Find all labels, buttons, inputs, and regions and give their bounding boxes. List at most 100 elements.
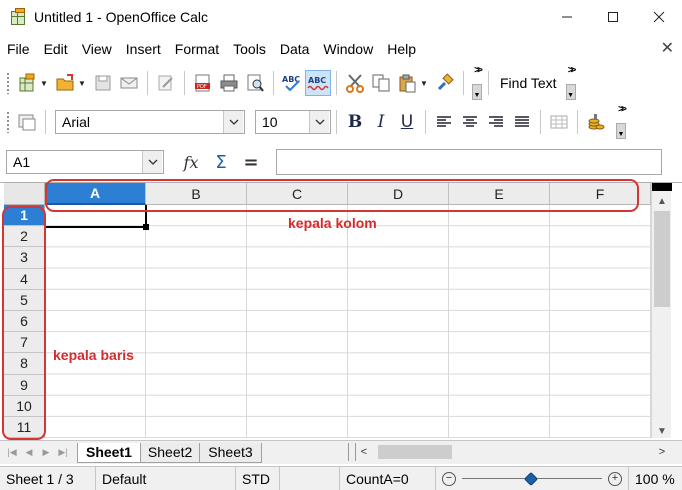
print-button[interactable] [216, 70, 242, 96]
underline-button[interactable]: U [394, 109, 420, 135]
menu-window[interactable]: Window [316, 41, 380, 57]
justify-button[interactable] [509, 109, 535, 135]
zoom-out-icon[interactable]: − [442, 471, 456, 486]
selection-mode[interactable]: STD [236, 466, 280, 490]
align-left-button[interactable] [431, 109, 457, 135]
vertical-scrollbar[interactable]: ▲ ▼ [651, 183, 672, 438]
sheet-tab-2[interactable]: Sheet2 [138, 442, 202, 463]
horizontal-scroll-track[interactable] [372, 444, 654, 460]
horizontal-scroll-thumb[interactable] [378, 445, 452, 459]
sheet-tab-1[interactable]: Sheet1 [77, 442, 141, 463]
align-right-button[interactable] [483, 109, 509, 135]
horizontal-scrollbar[interactable]: < > [340, 443, 670, 461]
svg-text:PDF: PDF [197, 84, 207, 90]
name-box-value: A1 [13, 154, 31, 170]
zoom-slider[interactable] [462, 471, 602, 486]
column-headers-highlight [45, 179, 639, 212]
new-dropdown-arrow[interactable]: ▼ [40, 70, 48, 96]
find-toolbar-overflow[interactable]: >> ▼ [565, 66, 577, 100]
menu-view[interactable]: View [75, 41, 119, 57]
styles-button[interactable] [14, 109, 40, 135]
sheet-tab-3[interactable]: Sheet3 [199, 442, 262, 463]
paste-button[interactable] [394, 70, 420, 96]
close-window-button[interactable] [636, 0, 682, 34]
bold-button[interactable]: B [342, 109, 368, 135]
open-dropdown-arrow[interactable]: ▼ [78, 70, 86, 96]
copy-button[interactable] [368, 70, 394, 96]
spellcheck-button[interactable]: ABC [279, 70, 305, 96]
email-button[interactable] [116, 70, 142, 96]
edit-file-button[interactable] [153, 70, 179, 96]
paste-dropdown-arrow[interactable]: ▼ [420, 70, 428, 96]
open-button[interactable] [52, 70, 78, 96]
next-sheet-icon[interactable]: ▶ [38, 444, 54, 462]
chevron-down-icon[interactable] [142, 151, 162, 173]
maximize-button[interactable] [590, 0, 636, 34]
toolbar-grip[interactable] [6, 72, 10, 94]
menu-insert[interactable]: Insert [119, 41, 168, 57]
close-document-button[interactable]: ✕ [661, 38, 674, 58]
autospellcheck-toggle[interactable]: ABC [305, 70, 331, 96]
new-document-button[interactable] [14, 70, 40, 96]
minimize-button[interactable] [544, 0, 590, 34]
print-preview-button[interactable] [242, 70, 268, 96]
vertical-split-handle[interactable] [652, 183, 672, 191]
toolbar-overflow[interactable]: >> ▼ [615, 105, 627, 139]
merge-cells-icon [550, 115, 568, 129]
svg-text:ABC: ABC [308, 76, 326, 85]
export-pdf-button[interactable]: PDF [190, 70, 216, 96]
toolbar-separator [425, 110, 426, 134]
menu-edit[interactable]: Edit [37, 41, 75, 57]
menu-data[interactable]: Data [273, 41, 317, 57]
select-all-corner[interactable] [4, 183, 45, 205]
toolbar-separator [577, 110, 578, 134]
last-sheet-icon[interactable]: ▶| [55, 444, 71, 462]
font-size-combo[interactable]: 10 [255, 110, 331, 134]
toolbar-separator [336, 110, 337, 134]
previous-sheet-icon[interactable]: ◀ [21, 444, 37, 462]
menu-format[interactable]: Format [168, 41, 226, 57]
vertical-scroll-thumb[interactable] [654, 211, 670, 307]
formatting-toolbar: Arial 10 B I U >> ▼ [0, 104, 682, 140]
title-bar: Untitled 1 - OpenOffice Calc [0, 0, 682, 34]
cell-grid[interactable] [45, 205, 651, 438]
align-left-icon [437, 116, 451, 127]
find-text-label[interactable]: Find Text [494, 75, 563, 91]
toolbar-separator [45, 110, 46, 134]
name-box[interactable]: A1 [6, 150, 164, 174]
menu-tools[interactable]: Tools [226, 41, 273, 57]
toolbar-overflow[interactable]: >> ▼ [471, 66, 483, 100]
tab-split-handle[interactable] [348, 443, 356, 461]
font-name-combo[interactable]: Arial [55, 110, 245, 134]
page-style[interactable]: Default [96, 466, 236, 490]
first-sheet-icon[interactable]: |◀ [4, 444, 20, 462]
scroll-left-arrow[interactable]: < [356, 446, 372, 458]
toolbar-grip[interactable] [6, 111, 10, 133]
chevron-down-icon[interactable] [223, 111, 243, 133]
formula-input[interactable] [276, 149, 662, 175]
menu-help[interactable]: Help [380, 41, 423, 57]
italic-button[interactable]: I [368, 109, 394, 135]
toolbar-separator [488, 71, 489, 95]
scroll-right-arrow[interactable]: > [654, 446, 670, 458]
currency-format-button[interactable] [583, 109, 609, 135]
menu-file[interactable]: File [0, 41, 37, 57]
zoom-in-icon[interactable]: + [608, 471, 622, 486]
chevron-down-icon[interactable] [309, 111, 329, 133]
save-button[interactable] [90, 70, 116, 96]
count-summary[interactable]: CountA=0 [340, 466, 436, 490]
function-wizard-button[interactable]: fx [176, 149, 206, 175]
function-button[interactable]: = [236, 149, 266, 175]
fill-handle[interactable] [143, 224, 149, 230]
sum-button[interactable]: Σ [206, 149, 236, 175]
scroll-down-arrow[interactable]: ▼ [652, 423, 672, 438]
zoom-slider-knob[interactable] [523, 471, 539, 486]
cut-button[interactable] [342, 70, 368, 96]
merge-cells-button[interactable] [546, 109, 572, 135]
toolbar-separator [184, 71, 185, 95]
align-center-button[interactable] [457, 109, 483, 135]
clone-formatting-button[interactable] [432, 70, 458, 96]
scroll-up-arrow[interactable]: ▲ [652, 193, 672, 209]
zoom-level[interactable]: 100 % [629, 467, 681, 490]
toolbar-separator [147, 71, 148, 95]
